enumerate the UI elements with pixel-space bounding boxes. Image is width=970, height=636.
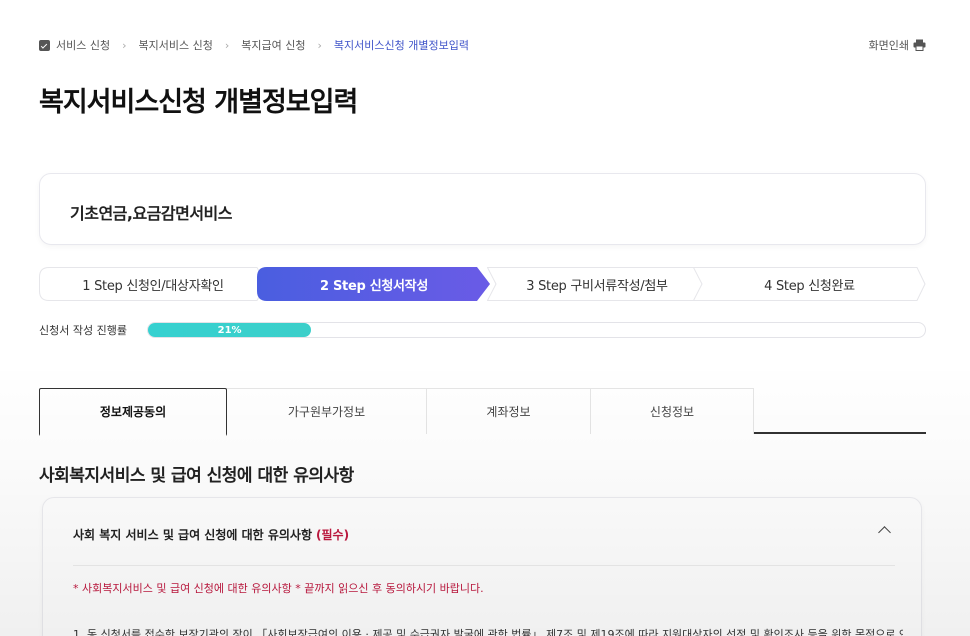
- progress-fill: 21%: [148, 323, 312, 337]
- notice-warning: * 사회복지서비스 및 급여 신청에 대한 유의사항 * 끝까지 읽으신 후 동…: [73, 582, 484, 595]
- progress-label: 신청서 작성 진행률: [39, 324, 127, 337]
- tab-household-info-label: 가구원부가정보: [287, 405, 366, 419]
- notice-header[interactable]: 사회 복지 서비스 및 급여 신청에 대한 유의사항 (필수): [73, 526, 349, 543]
- breadcrumb-item-welfare-service[interactable]: 복지서비스 신청: [139, 37, 213, 53]
- service-name: 기초연금,요금감면서비스: [70, 204, 233, 223]
- chevron-right-icon: ›: [224, 38, 230, 52]
- step-3: 3 Step 구비서류작성/첨부: [487, 267, 707, 301]
- step-3-label: 3 Step 구비서류작성/첨부: [526, 278, 668, 294]
- print-button[interactable]: 화면인쇄: [869, 37, 926, 53]
- required-badge: (필수): [316, 528, 350, 542]
- tab-application-info-label: 신청정보: [649, 405, 695, 419]
- chevron-right-icon: ›: [317, 38, 322, 52]
- notice-accordion: 사회 복지 서비스 및 급여 신청에 대한 유의사항 (필수) * 사회복지서비스…: [42, 497, 922, 636]
- step-4-label: 4 Step 신청완료: [764, 278, 855, 294]
- service-info-box: 기초연금,요금감면서비스: [39, 173, 926, 245]
- progress-row: 신청서 작성 진행률 21%: [39, 321, 926, 339]
- progress-track: 21%: [147, 322, 926, 338]
- service-home-icon: [39, 39, 50, 51]
- tab-consent-label: 정보제공동의: [99, 405, 167, 419]
- step-2-label: 2 Step 신청서작성: [320, 278, 428, 294]
- tab-application-info[interactable]: 신청정보: [590, 388, 754, 434]
- tab-bar: 가구원부가정보 계좌정보 신청정보 정보제공동의: [39, 388, 926, 436]
- printer-icon: [913, 39, 926, 51]
- breadcrumb-item-service[interactable]: 서비스 신청: [56, 37, 110, 53]
- tab-account-info[interactable]: 계좌정보: [426, 388, 591, 434]
- section-title: 사회복지서비스 및 급여 신청에 대한 유의사항: [39, 466, 354, 486]
- step-1-label: 1 Step 신청인/대상자확인: [82, 278, 224, 294]
- progress-value: 21%: [217, 324, 242, 336]
- breadcrumb-item-welfare-benefit[interactable]: 복지급여 신청: [241, 37, 305, 53]
- notice-body-text: 1. 동 신청서를 접수한 보장기관의 장이 「사회보장급여의 이용 · 제공 …: [73, 628, 903, 636]
- breadcrumb-item-current: 복지서비스신청 개별정보입력: [333, 39, 469, 52]
- step-2-active: 2 Step 신청서작성: [257, 267, 491, 301]
- divider: [73, 565, 895, 566]
- step-indicator: 1 Step 신청인/대상자확인 3 Step 구비서류작성/첨부 4 Step…: [39, 267, 926, 301]
- chevron-right-icon: ›: [122, 38, 127, 52]
- chevron-up-icon[interactable]: [878, 526, 891, 539]
- tab-consent[interactable]: 정보제공동의: [39, 388, 227, 436]
- step-1: 1 Step 신청인/대상자확인: [39, 267, 267, 301]
- print-label: 화면인쇄: [868, 39, 909, 52]
- breadcrumb: 서비스 신청 › 복지서비스 신청 › 복지급여 신청 › 복지서비스신청 개별…: [39, 37, 469, 53]
- tab-household-info[interactable]: 가구원부가정보: [226, 388, 427, 434]
- notice-header-text: 사회 복지 서비스 및 급여 신청에 대한 유의사항: [73, 528, 313, 542]
- tab-account-info-label: 계좌정보: [486, 405, 531, 419]
- page-title: 복지서비스신청 개별정보입력: [39, 87, 358, 118]
- step-4: 4 Step 신청완료: [693, 267, 926, 301]
